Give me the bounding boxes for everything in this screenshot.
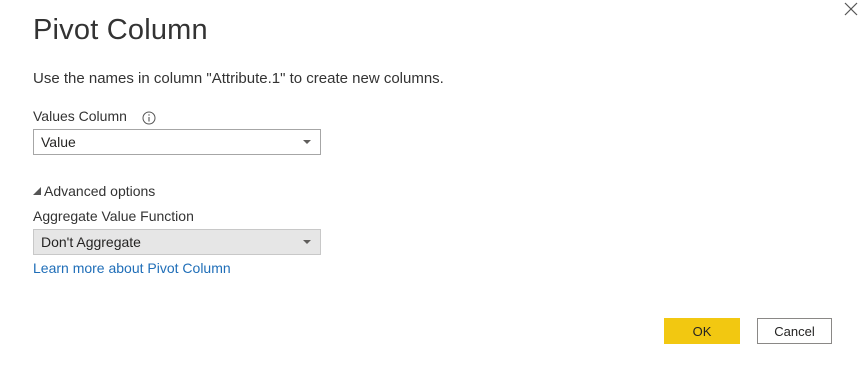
cancel-button[interactable]: Cancel (757, 318, 832, 344)
advanced-options-label: Advanced options (44, 183, 156, 199)
expanded-triangle-icon (33, 187, 41, 195)
learn-more-link[interactable]: Learn more about Pivot Column (33, 260, 231, 276)
aggregate-function-select[interactable]: Don't Aggregate (33, 229, 321, 255)
values-column-label: Values Column (33, 108, 127, 124)
values-column-selected: Value (41, 134, 76, 150)
values-column-select[interactable]: Value (33, 129, 321, 155)
aggregate-function-label: Aggregate Value Function (33, 208, 194, 224)
dialog-description: Use the names in column "Attribute.1" to… (33, 70, 444, 87)
aggregate-function-selected: Don't Aggregate (41, 234, 141, 250)
dialog-title: Pivot Column (33, 14, 208, 46)
chevron-down-icon (303, 240, 311, 244)
ok-button[interactable]: OK (664, 318, 740, 344)
info-icon[interactable] (142, 111, 156, 125)
pivot-column-dialog: Pivot Column Use the names in column "At… (0, 0, 862, 373)
close-icon[interactable] (840, 0, 860, 20)
advanced-options-toggle[interactable]: Advanced options (33, 183, 155, 199)
chevron-down-icon (303, 140, 311, 144)
